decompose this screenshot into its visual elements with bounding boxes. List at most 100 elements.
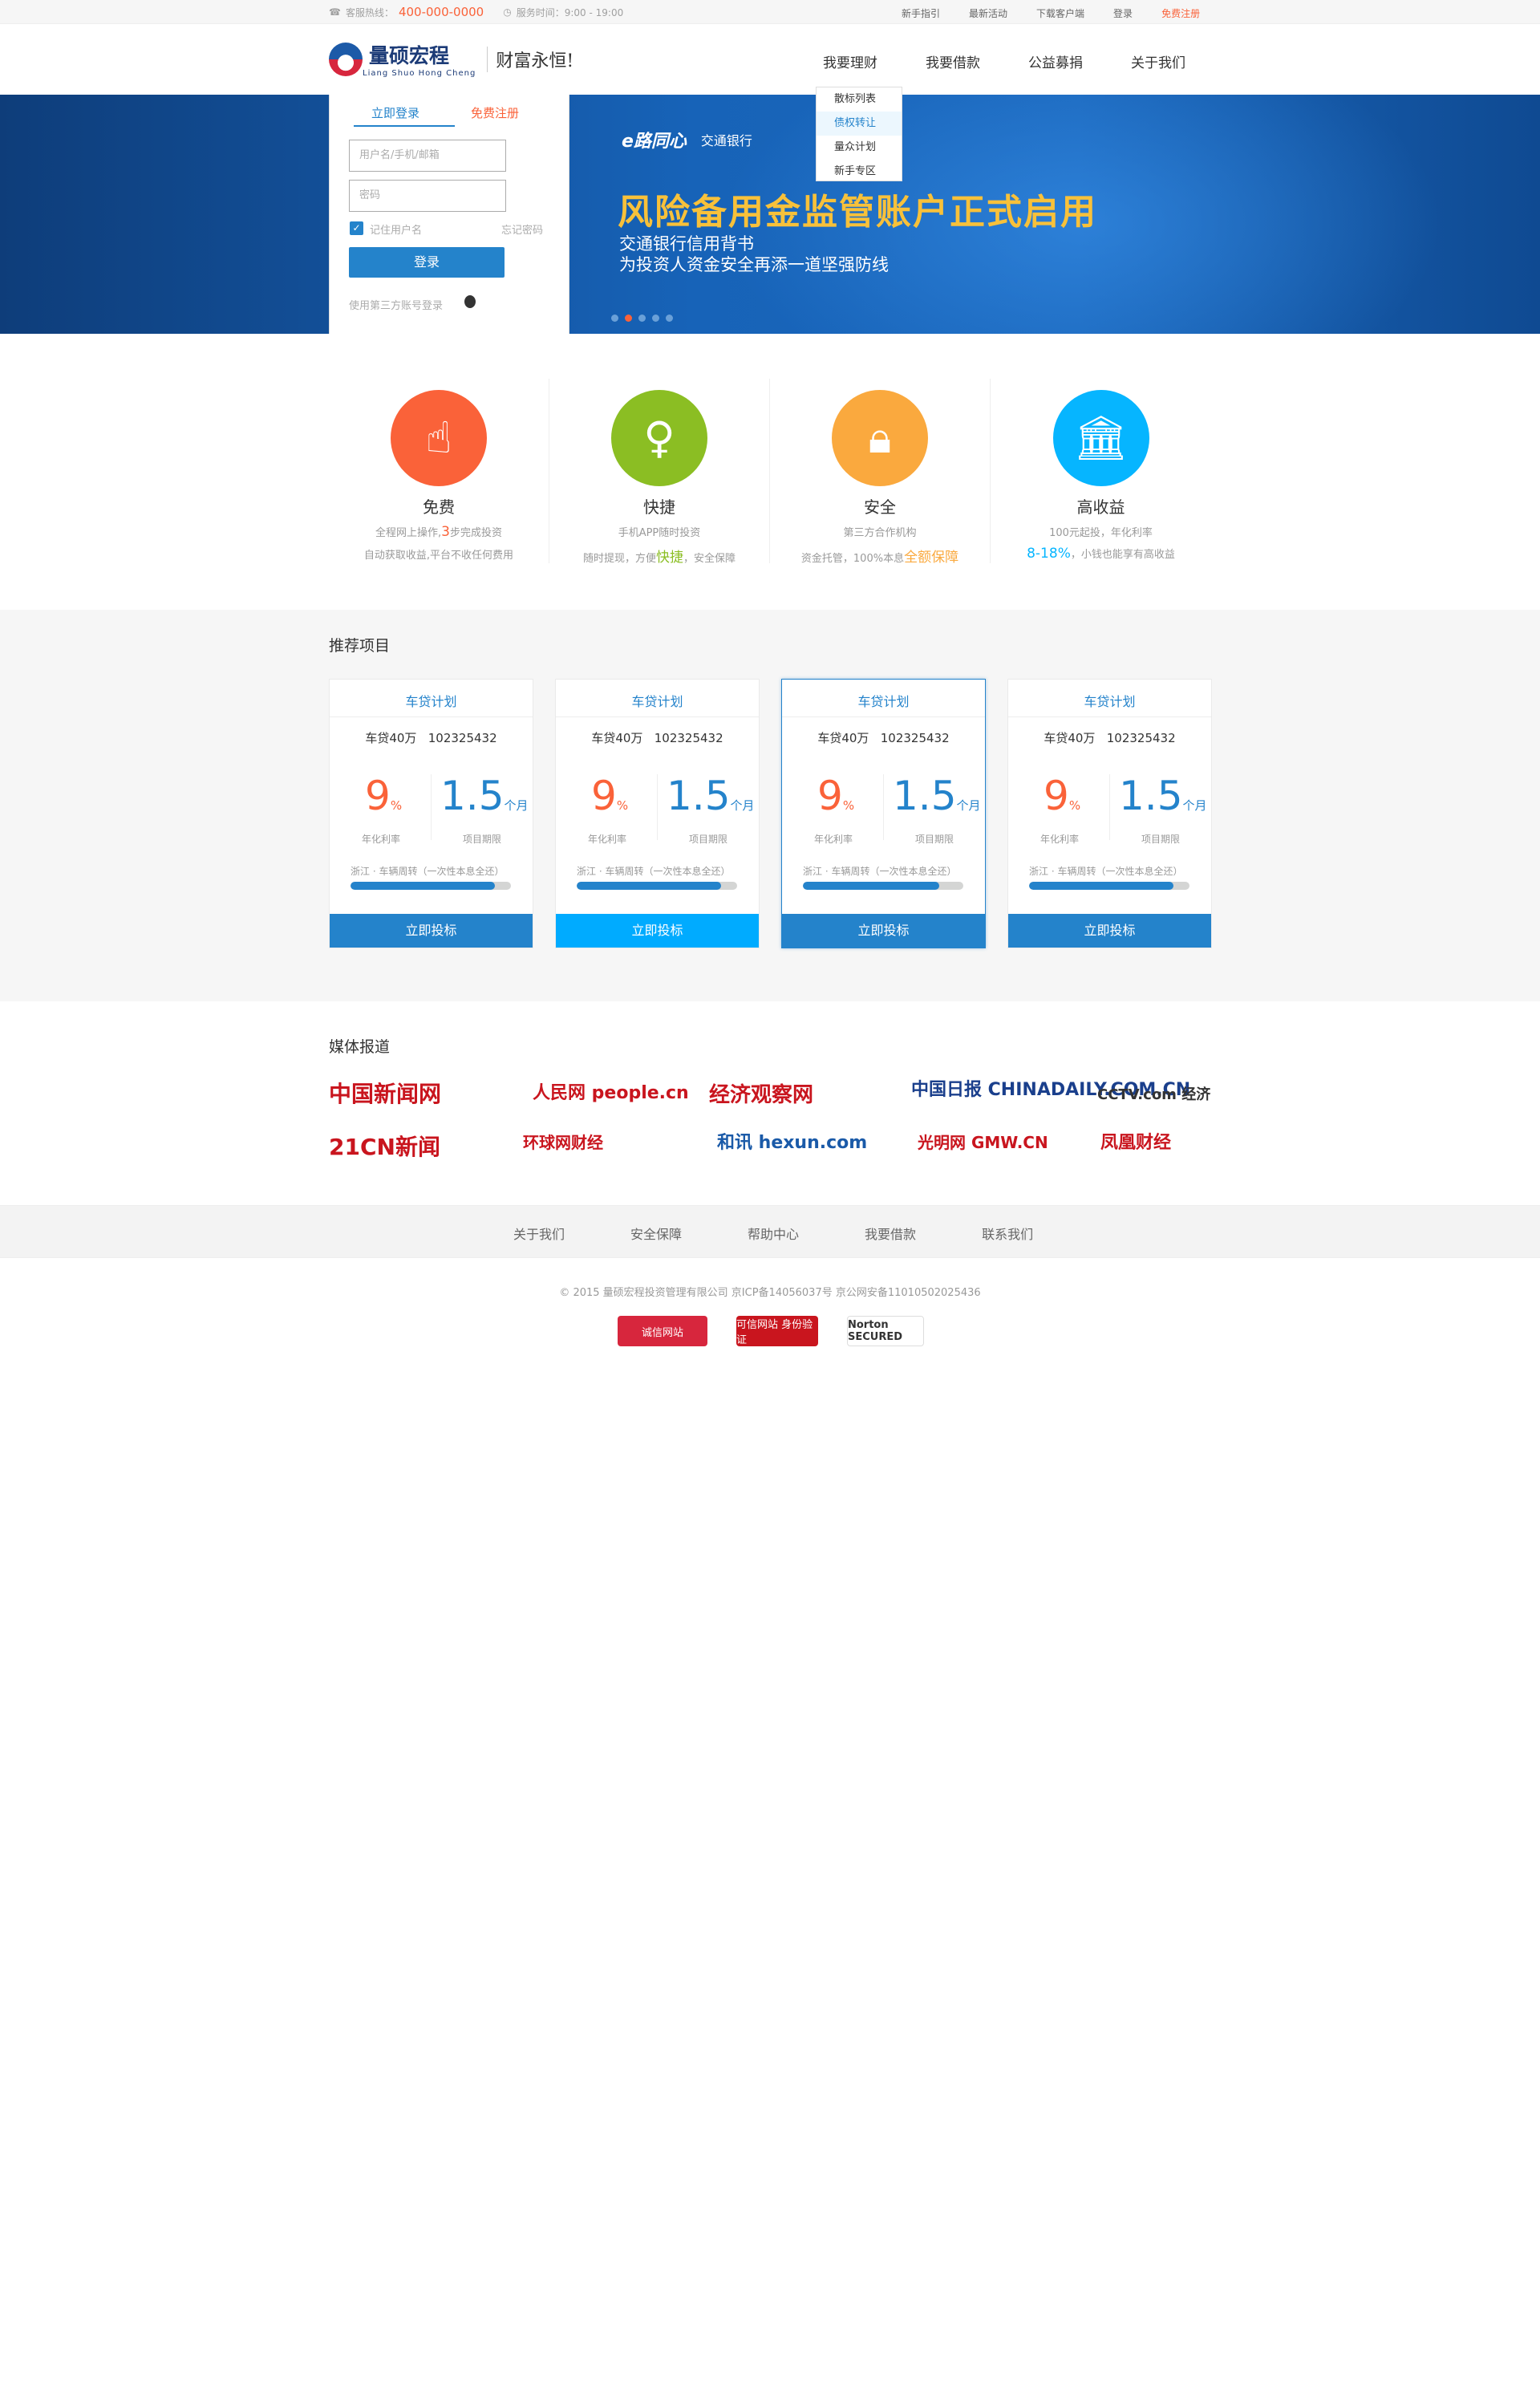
invest-button[interactable]: 立即投标 [330, 914, 533, 948]
card-rate: 9% [591, 773, 629, 819]
rate-label: 年化利率 [1040, 834, 1080, 845]
bank-icon: 🏛︎ [1052, 390, 1149, 486]
link-activity[interactable]: 最新活动 [969, 6, 1007, 20]
project-card[interactable]: 车贷计划 车贷40万 102325432 9% 1.5个月 年化利率 项目期限 … [1007, 679, 1212, 948]
login-button[interactable]: 登录 [349, 247, 505, 278]
project-card[interactable]: 车贷计划 车贷40万 102325432 9% 1.5个月 年化利率 项目期限 … [329, 679, 533, 948]
progress-bar [351, 882, 511, 890]
feature-line: 随时提现，方便快捷，安全保障 [582, 550, 736, 566]
feature-title: 高收益 [1076, 497, 1125, 517]
invest-button[interactable]: 立即投标 [1008, 914, 1211, 948]
nav-invest[interactable]: 我要理财 [823, 51, 877, 71]
invest-button[interactable]: 立即投标 [782, 914, 985, 948]
link-login[interactable]: 登录 [1113, 6, 1133, 20]
carousel-dot[interactable] [666, 315, 673, 322]
term-label: 项目期限 [1141, 834, 1181, 845]
media-logo[interactable]: 中国新闻网 [329, 1077, 441, 1109]
media-logo[interactable]: 环球网财经 [523, 1130, 603, 1153]
login-tab[interactable]: 立即登录 [371, 104, 419, 121]
nav-borrow[interactable]: 我要借款 [926, 51, 980, 71]
card-term: 1.5个月 [1119, 773, 1207, 819]
media-logo[interactable]: 人民网 people.cn [533, 1078, 689, 1104]
remember-label: 记住用户名 [370, 225, 423, 237]
carousel-dot-active[interactable] [625, 315, 632, 322]
feature-line: 100元起投，年化利率 [1049, 527, 1153, 539]
recommend-section: 推荐项目 车贷计划 车贷40万 102325432 9% 1.5个月 年化利率 … [0, 610, 1540, 1001]
tap-icon: ☝ [391, 390, 487, 486]
footer-link-borrow[interactable]: 我要借款 [865, 1224, 916, 1243]
feature-title: 快捷 [643, 497, 675, 517]
dropdown-item-transfer[interactable]: 债权转让 [817, 112, 902, 136]
logo[interactable]: 量硕宏程 Liang Shuo Hong Cheng 财富永恒! [329, 40, 573, 78]
banner-brand-1: e路同心 [622, 132, 687, 152]
carousel-dot[interactable] [652, 315, 659, 322]
header: 量硕宏程 Liang Shuo Hong Cheng 财富永恒! 我要理财 我要… [0, 24, 1540, 95]
progress-bar [1029, 882, 1189, 890]
feature-title: 安全 [864, 497, 896, 517]
term-label: 项目期限 [915, 834, 954, 845]
remember-checkbox[interactable]: ✓ [350, 221, 363, 235]
qq-icon[interactable] [464, 295, 476, 308]
feature-line: 全程网上操作,3步完成投资 [375, 524, 502, 540]
service-time: 服务时间：9:00 - 19:00 [516, 6, 624, 18]
progress-bar [803, 882, 963, 890]
card-info: 车贷40万 102325432 [1044, 731, 1176, 745]
invest-button[interactable]: 立即投标 [556, 914, 759, 948]
dropdown-item-plan[interactable]: 量众计划 [817, 136, 902, 160]
media-logo[interactable]: 和讯 hexun.com [717, 1128, 867, 1154]
progress-bar [577, 882, 737, 890]
link-download[interactable]: 下载客户端 [1036, 6, 1084, 20]
hero-banner[interactable]: e路同心 交通银行 风险备用金监管账户正式启用 交通银行信用背书 为投资人资金安… [0, 95, 1540, 334]
media-logo[interactable]: 21CN新闻 [329, 1130, 440, 1162]
project-card-active[interactable]: 车贷计划 车贷40万 102325432 9% 1.5个月 年化利率 项目期限 … [781, 679, 986, 948]
footer-link-security[interactable]: 安全保障 [630, 1224, 682, 1243]
footer-link-about[interactable]: 关于我们 [513, 1224, 565, 1243]
card-desc: 浙江 · 车辆周转（一次性本息全还） [1029, 866, 1183, 877]
logo-text: 量硕宏程 [369, 44, 450, 67]
banner-headline: 风险备用金监管账户正式启用 [618, 192, 1097, 233]
link-register[interactable]: 免费注册 [1161, 6, 1200, 20]
logo-mark-icon [329, 42, 363, 76]
media-logo[interactable]: 光明网 GMW.CN [918, 1130, 1048, 1153]
forgot-password-link[interactable]: 忘记密码 [501, 221, 543, 237]
banner-brand: e路同心 交通银行 [622, 127, 752, 152]
dropdown-item-loans[interactable]: 散标列表 [817, 87, 902, 112]
term-label: 项目期限 [463, 834, 502, 845]
page: ☎ 客服热线： 400-000-0000 ◷ 服务时间：9:00 - 19:00… [0, 0, 1540, 2407]
footer-link-contact[interactable]: 联系我们 [982, 1224, 1033, 1243]
password-input[interactable]: 密码 [349, 180, 506, 212]
link-newbie[interactable]: 新手指引 [902, 6, 940, 20]
card-name: 车贷计划 [631, 694, 683, 709]
badge-trusted[interactable]: 可信网站 身份验证 [736, 1316, 818, 1346]
carousel-dot[interactable] [638, 315, 646, 322]
top-links: 新手指引 最新活动 下载客户端 登录 免费注册 [902, 6, 1200, 20]
card-name: 车贷计划 [1084, 694, 1136, 709]
badge-norton[interactable]: Norton SECURED [847, 1316, 924, 1346]
card-term: 1.5个月 [440, 773, 529, 819]
logo-subtext: Liang Shuo Hong Cheng [363, 69, 476, 78]
carousel-dot[interactable] [611, 315, 618, 322]
rate-label: 年化利率 [814, 834, 853, 845]
media-logo[interactable]: 凤凰财经 [1100, 1128, 1171, 1154]
phone-icon: ☎ [329, 6, 341, 18]
project-card[interactable]: 车贷计划 车贷40万 102325432 9% 1.5个月 年化利率 项目期限 … [555, 679, 760, 948]
card-desc: 浙江 · 车辆周转（一次性本息全还） [803, 866, 957, 877]
badge-integrity[interactable]: 诚信网站 [618, 1316, 707, 1346]
footer-nav: 关于我们 安全保障 帮助中心 我要借款 联系我们 [0, 1205, 1540, 1258]
feature-line: 手机APP随时投资 [618, 527, 701, 539]
phone-label: 客服热线： [345, 6, 394, 18]
media-logo[interactable]: 经济观察网 [709, 1078, 813, 1108]
username-input[interactable]: 用户名/手机/邮箱 [349, 140, 506, 172]
register-link[interactable]: 免费注册 [471, 104, 519, 121]
nav-charity[interactable]: 公益募捐 [1028, 51, 1083, 71]
footer-link-help[interactable]: 帮助中心 [748, 1224, 799, 1243]
card-name: 车贷计划 [405, 694, 457, 709]
media-logo[interactable]: CCTV.com 经济 [1097, 1083, 1210, 1104]
dropdown-item-newbie[interactable]: 新手专区 [817, 160, 902, 184]
copyright: © 2015 量硕宏程投资管理有限公司 京ICP备14056037号 京公网安备… [559, 1287, 981, 1299]
card-info: 车贷40万 102325432 [365, 731, 497, 745]
section-title: 媒体报道 [329, 1038, 391, 1056]
banner-subline-2: 为投资人资金安全再添一道坚强防线 [619, 255, 889, 274]
nav-about[interactable]: 关于我们 [1131, 51, 1185, 71]
carousel-dots [611, 315, 673, 322]
